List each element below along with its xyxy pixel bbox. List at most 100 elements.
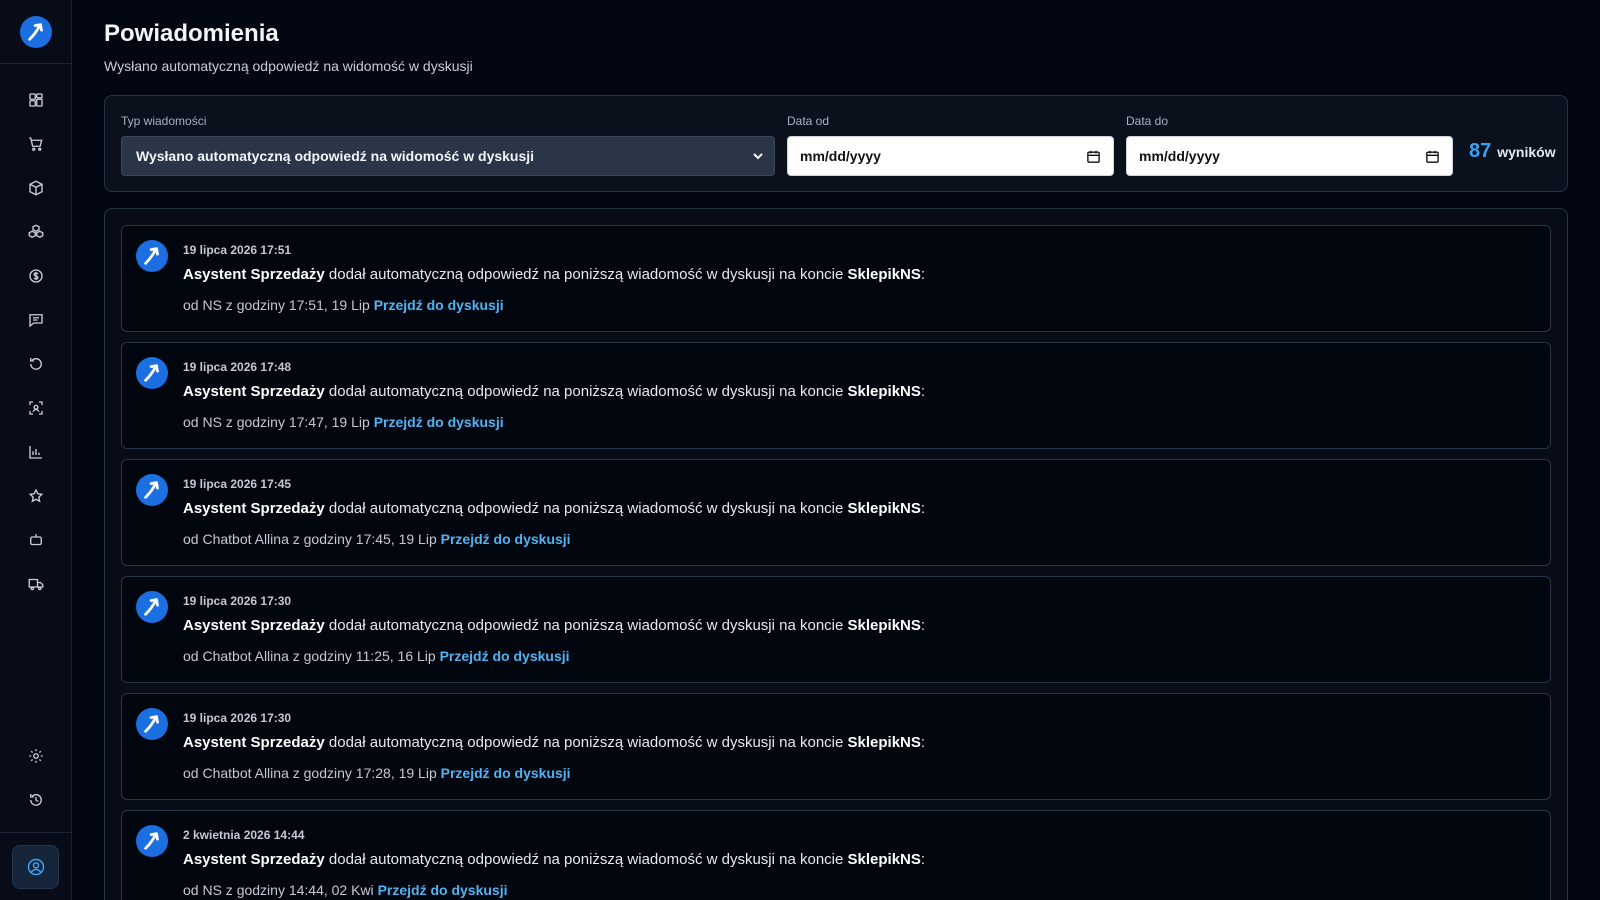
notification-source: od NS z godziny 17:51, 19 Lip Przejdź do…: [183, 297, 504, 313]
notification-date: 2 kwietnia 2026 14:44: [183, 828, 305, 842]
app-logo-icon: [136, 474, 168, 506]
go-to-discussion-link[interactable]: Przejdź do dyskusji: [374, 414, 504, 430]
date-from-label: Data od: [787, 114, 830, 128]
chevron-down-icon: [753, 153, 763, 160]
sidebar-item-returns[interactable]: [0, 342, 72, 386]
sidebar-item-messages[interactable]: [0, 298, 72, 342]
sidebar-item-packages[interactable]: [0, 166, 72, 210]
notification-actor: Asystent Sprzedaży: [183, 383, 325, 400]
gear-icon: [29, 749, 43, 763]
app-logo-icon: [136, 825, 168, 857]
sidebar-item-boxes[interactable]: [0, 210, 72, 254]
sidebar-item-dashboard[interactable]: [0, 78, 72, 122]
go-to-discussion-link[interactable]: Przejdź do dyskusji: [378, 882, 508, 898]
notification-message: Asystent Sprzedaży dodał automatyczną od…: [183, 500, 925, 517]
notification-actor: Asystent Sprzedaży: [183, 266, 325, 283]
notification-text: dodał automatyczną odpowiedź na poniższą…: [324, 617, 848, 634]
notification-actor: Asystent Sprzedaży: [183, 851, 325, 868]
sidebar-item-bot[interactable]: [0, 518, 72, 562]
notification-colon: :: [920, 266, 926, 283]
notification-message: Asystent Sprzedaży dodał automatyczną od…: [183, 266, 925, 283]
date-from-input[interactable]: mm/dd/yyyy: [787, 136, 1114, 176]
date-to-value: mm/dd/yyyy: [1139, 148, 1220, 164]
date-to-input[interactable]: mm/dd/yyyy: [1126, 136, 1453, 176]
notification-account: SklepikNS: [847, 383, 921, 400]
go-to-discussion-link[interactable]: Przejdź do dyskusji: [440, 648, 570, 664]
notification-message: Asystent Sprzedaży dodał automatyczną od…: [183, 383, 925, 400]
chart-icon: [29, 446, 42, 459]
sidebar-item-scan[interactable]: [0, 386, 72, 430]
sidebar-item-reviews[interactable]: [0, 474, 72, 518]
notification-account: SklepikNS: [847, 851, 921, 868]
message-type-value: Wysłano automatyczną odpowiedź na widomo…: [136, 148, 535, 164]
notification-date: 19 lipca 2026 17:45: [183, 477, 292, 491]
notification-message: Asystent Sprzedaży dodał automatyczną od…: [183, 851, 925, 868]
notification-account: SklepikNS: [847, 500, 921, 517]
logo-area: [0, 0, 71, 64]
sidebar-item-shipping[interactable]: [0, 562, 72, 606]
calendar-icon[interactable]: [1425, 149, 1440, 164]
notification-date: 19 lipca 2026 17:30: [183, 594, 292, 608]
filter-panel: Typ wiadomości Wysłano automatyczną odpo…: [104, 95, 1568, 192]
sidebar-item-stats[interactable]: [0, 430, 72, 474]
sidebar: [0, 0, 72, 900]
notification-source: od Chatbot Allina z godziny 17:28, 19 Li…: [183, 765, 571, 781]
dashboard-icon: [29, 93, 43, 107]
notification-item: 19 lipca 2026 17:51 Asystent Sprzedaży d…: [121, 225, 1551, 332]
truck-icon: [28, 578, 44, 591]
date-from-value: mm/dd/yyyy: [800, 148, 881, 164]
notification-colon: :: [920, 734, 926, 751]
sidebar-bottom-nav: [0, 734, 72, 822]
notification-text: dodał automatyczną odpowiedź na poniższą…: [324, 266, 848, 283]
notification-list: 19 lipca 2026 17:51 Asystent Sprzedaży d…: [104, 208, 1568, 900]
message-type-select[interactable]: Wysłano automatyczną odpowiedź na widomo…: [121, 136, 775, 176]
notification-colon: :: [920, 500, 926, 517]
notification-from: od NS z godziny 17:51, 19 Lip: [183, 297, 374, 313]
go-to-discussion-link[interactable]: Przejdź do dyskusji: [441, 531, 571, 547]
app-logo-icon: [136, 240, 168, 272]
sidebar-item-history[interactable]: [0, 778, 72, 822]
notification-actor: Asystent Sprzedaży: [183, 734, 325, 751]
notification-colon: :: [920, 383, 926, 400]
notification-item: 19 lipca 2026 17:48 Asystent Sprzedaży d…: [121, 342, 1551, 449]
notification-account: SklepikNS: [847, 266, 921, 283]
sidebar-item-finance[interactable]: [0, 254, 72, 298]
sidebar-divider: [0, 832, 72, 833]
type-label: Typ wiadomości: [121, 114, 207, 128]
results-count-number: 87: [1469, 140, 1492, 162]
notification-source: od NS z godziny 17:47, 19 Lip Przejdź do…: [183, 414, 504, 430]
notification-item: 19 lipca 2026 17:30 Asystent Sprzedaży d…: [121, 576, 1551, 683]
cart-icon: [29, 137, 43, 151]
page-title: Powiadomienia: [104, 20, 279, 47]
notification-source: od Chatbot Allina z godziny 11:25, 16 Li…: [183, 648, 570, 664]
notification-account: SklepikNS: [847, 617, 921, 634]
notification-text: dodał automatyczną odpowiedź na poniższą…: [324, 500, 848, 517]
sidebar-item-cart[interactable]: [0, 122, 72, 166]
results-count-label: wyników: [1497, 144, 1556, 160]
sidebar-item-settings[interactable]: [0, 734, 72, 778]
robot-icon: [30, 534, 42, 546]
notification-text: dodał automatyczną odpowiedź na poniższą…: [324, 383, 848, 400]
profile-button[interactable]: [12, 845, 59, 889]
results-count: 87 wyników: [1469, 140, 1556, 163]
calendar-icon[interactable]: [1086, 149, 1101, 164]
user-circle-icon: [27, 858, 44, 876]
notification-colon: :: [920, 851, 926, 868]
date-to-label: Data do: [1126, 114, 1169, 128]
notification-item: 19 lipca 2026 17:30 Asystent Sprzedaży d…: [121, 693, 1551, 800]
star-icon: [28, 488, 44, 503]
notification-date: 19 lipca 2026 17:30: [183, 711, 292, 725]
notification-item: 2 kwietnia 2026 14:44 Asystent Sprzedaży…: [121, 810, 1551, 900]
go-to-discussion-link[interactable]: Przejdź do dyskusji: [374, 297, 504, 313]
app-logo-icon[interactable]: [19, 15, 52, 48]
notification-source: od Chatbot Allina z godziny 17:45, 19 Li…: [183, 531, 571, 547]
go-to-discussion-link[interactable]: Przejdź do dyskusji: [441, 765, 571, 781]
notification-from: od NS z godziny 14:44, 02 Kwi: [183, 882, 378, 898]
notification-from: od Chatbot Allina z godziny 11:25, 16 Li…: [183, 648, 440, 664]
notification-from: od NS z godziny 17:47, 19 Lip: [183, 414, 374, 430]
notification-source: od NS z godziny 14:44, 02 Kwi Przejdź do…: [183, 882, 508, 898]
notification-from: od Chatbot Allina z godziny 17:45, 19 Li…: [183, 531, 441, 547]
notification-date: 19 lipca 2026 17:48: [183, 360, 292, 374]
notification-text: dodał automatyczną odpowiedź na poniższą…: [324, 851, 848, 868]
boxes-icon: [28, 224, 44, 239]
